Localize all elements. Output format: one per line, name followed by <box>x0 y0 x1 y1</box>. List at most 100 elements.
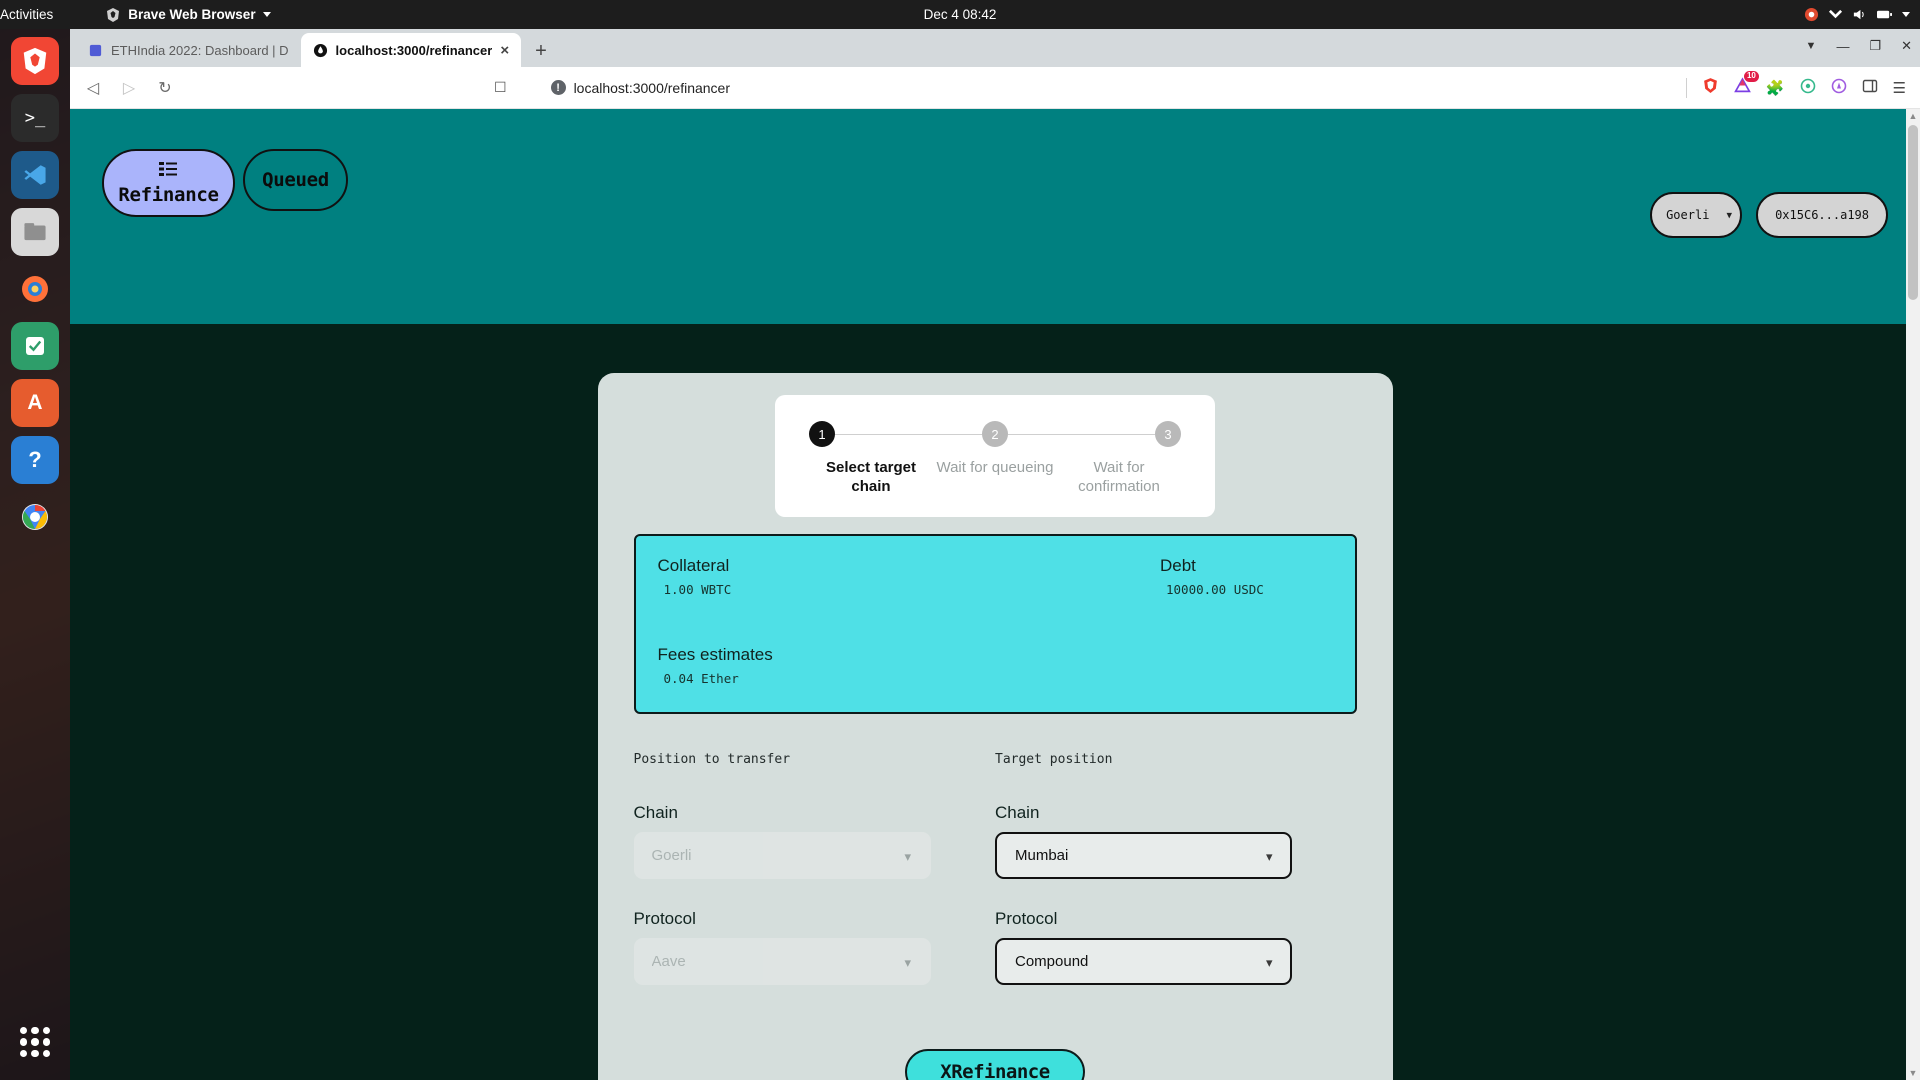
battery-icon[interactable] <box>1876 7 1893 22</box>
active-app-menu[interactable]: Brave Web Browser <box>105 7 271 23</box>
show-applications-button[interactable] <box>11 1018 59 1066</box>
source-chain-select-wrap: Goerli ▾ <box>633 831 931 879</box>
debt-label: Debt <box>1160 555 1196 575</box>
source-protocol-label: Protocol <box>633 908 696 928</box>
dock-item-terminal[interactable]: >_ <box>11 94 59 142</box>
dock-item-chrome[interactable] <box>11 493 59 541</box>
network-select[interactable]: Goerli <box>1650 192 1743 238</box>
activities-button[interactable]: Activities <box>0 7 53 22</box>
scroll-down-arrow-icon[interactable]: ▼ <box>1908 1068 1918 1078</box>
metamask-extension-icon[interactable]: 10 <box>1733 71 1759 98</box>
target-protocol-label: Protocol <box>995 908 1058 928</box>
page-scrollbar[interactable]: ▲ ▼ <box>1906 109 1920 1080</box>
target-chain-label: Chain <box>995 802 1040 822</box>
minimize-button[interactable]: — <box>1836 39 1849 54</box>
scrollbar-thumb[interactable] <box>1908 125 1918 300</box>
network-select-wrap: Goerli ▾ <box>1650 192 1743 238</box>
reload-button[interactable]: ↻ <box>154 78 176 98</box>
browser-tab-1[interactable]: ETHIndia 2022: Dashboard | D <box>76 33 301 67</box>
app-tabs: Refinance Queued <box>102 149 348 217</box>
refinance-submit-button[interactable]: XRefinance <box>905 1048 1085 1080</box>
step-1-label: Select target chain <box>825 459 917 495</box>
source-chain-label: Chain <box>633 802 678 822</box>
tab-queued-label: Queued <box>262 169 329 191</box>
ubuntu-dock: >_ A ? <box>0 29 70 1080</box>
site-info-icon[interactable]: ! <box>550 80 566 95</box>
dock-item-firefox[interactable] <box>11 265 59 313</box>
target-caption: Target position <box>995 751 1113 767</box>
collateral-block: Collateral 1.00 WBTC <box>658 556 831 597</box>
tray-chevron-icon[interactable] <box>1902 12 1910 17</box>
leo-ai-icon[interactable] <box>1800 78 1816 98</box>
dock-item-todo[interactable] <box>11 322 59 370</box>
fees-block: Fees estimates 0.04 Ether <box>658 645 1333 686</box>
screenshot-icon[interactable] <box>1804 7 1819 22</box>
source-protocol-select[interactable]: Aave <box>633 937 931 985</box>
browser-menu-icon[interactable]: ☰ <box>1893 79 1906 97</box>
sidebar-toggle-icon[interactable] <box>1862 78 1878 98</box>
bookmark-icon[interactable]: ☐ <box>494 79 507 96</box>
tab-refinance[interactable]: Refinance <box>102 149 235 217</box>
browser-tab-2-title: localhost:3000/refinancer <box>335 42 493 58</box>
source-protocol-select-wrap: Aave ▾ <box>633 937 931 985</box>
puzzle-extensions-icon[interactable]: 🧩 <box>1766 79 1785 97</box>
dock-item-software[interactable]: A <box>11 379 59 427</box>
browser-menu-chevron-icon[interactable]: ▼ <box>1806 40 1817 52</box>
source-chain-select[interactable]: Goerli <box>633 831 931 879</box>
target-protocol-select[interactable]: Compound <box>995 937 1292 985</box>
chevron-down-icon <box>262 12 271 17</box>
cta-row: XRefinance <box>598 1048 1393 1080</box>
close-window-button[interactable]: ✕ <box>1901 38 1912 54</box>
brave-lion-icon <box>105 7 121 23</box>
new-tab-button[interactable]: + <box>521 40 561 67</box>
network-icon[interactable] <box>1828 7 1843 22</box>
collateral-label: Collateral <box>657 555 730 575</box>
maximize-button[interactable]: ❐ <box>1869 38 1881 54</box>
source-caption: Position to transfer <box>633 751 791 767</box>
tab-favicon-ethindia <box>88 43 103 58</box>
browser-tab-2[interactable]: localhost:3000/refinancer × <box>300 33 522 67</box>
back-button[interactable]: ◁ <box>82 78 104 98</box>
dock-item-vscode[interactable] <box>11 151 59 199</box>
app-header: Refinance Queued Goerli ▾ 0x15C6...a198 <box>70 109 1920 324</box>
dock-item-files[interactable] <box>11 208 59 256</box>
target-position-column: Target position Chain Mumbai ▾ Protocol <box>995 752 1357 1015</box>
wallet-address-label: 0x15C6...a198 <box>1775 208 1869 222</box>
position-summary-panel: Collateral 1.00 WBTC Debt 10000.00 USDC … <box>633 533 1357 714</box>
scroll-up-arrow-icon[interactable]: ▲ <box>1908 111 1918 121</box>
tab-refinance-label: Refinance <box>118 184 219 206</box>
system-clock[interactable]: Dec 4 08:42 <box>924 7 997 22</box>
step-1-dot: 1 <box>809 421 835 447</box>
list-icon <box>158 160 179 182</box>
collateral-value: 1.00 WBTC <box>663 581 732 597</box>
step-2-label: Wait for queueing <box>936 459 1054 476</box>
page-stage: 1 2 3 Select target chain Wait for queue… <box>70 324 1920 1080</box>
system-tray[interactable] <box>1804 7 1910 22</box>
browser-tab-1-title: ETHIndia 2022: Dashboard | D <box>111 42 289 58</box>
tab-close-icon[interactable]: × <box>500 43 509 58</box>
url-text: localhost:3000/refinancer <box>573 79 730 96</box>
dock-item-brave[interactable] <box>11 37 59 85</box>
header-right-controls: Goerli ▾ 0x15C6...a198 <box>1650 192 1888 238</box>
source-position-column: Position to transfer Chain Goerli ▾ Prot… <box>633 751 996 1015</box>
dock-item-help[interactable]: ? <box>11 436 59 484</box>
volume-icon[interactable] <box>1852 7 1867 22</box>
target-chain-select[interactable]: Mumbai <box>995 831 1292 879</box>
fees-value: 0.04 Ether <box>663 670 739 686</box>
brave-rewards-icon[interactable] <box>1831 78 1847 98</box>
screen: Activities Brave Web Browser Dec 4 08:42 <box>0 0 1920 1080</box>
fees-label: Fees estimates <box>657 644 773 664</box>
forward-button[interactable]: ▷ <box>118 78 140 98</box>
wallet-address-button[interactable]: 0x15C6...a198 <box>1756 192 1888 238</box>
brave-shields-icon[interactable] <box>1702 77 1719 98</box>
active-app-name: Brave Web Browser <box>128 7 256 22</box>
step-2-dot: 2 <box>982 421 1008 447</box>
window-controls: ▼ — ❐ ✕ <box>1806 38 1912 54</box>
step-connector-2 <box>1008 433 1155 435</box>
target-protocol-select-wrap: Compound ▾ <box>995 937 1292 985</box>
brave-browser-window: ETHIndia 2022: Dashboard | D localhost:3… <box>70 29 1920 1080</box>
address-bar[interactable]: ☐ ! localhost:3000/refinancer <box>194 73 1668 102</box>
stepper-labels: Select target chain Wait for queueing Wa… <box>809 459 1181 497</box>
tab-queued[interactable]: Queued <box>243 149 348 211</box>
tab-strip: ETHIndia 2022: Dashboard | D localhost:3… <box>70 29 1920 67</box>
